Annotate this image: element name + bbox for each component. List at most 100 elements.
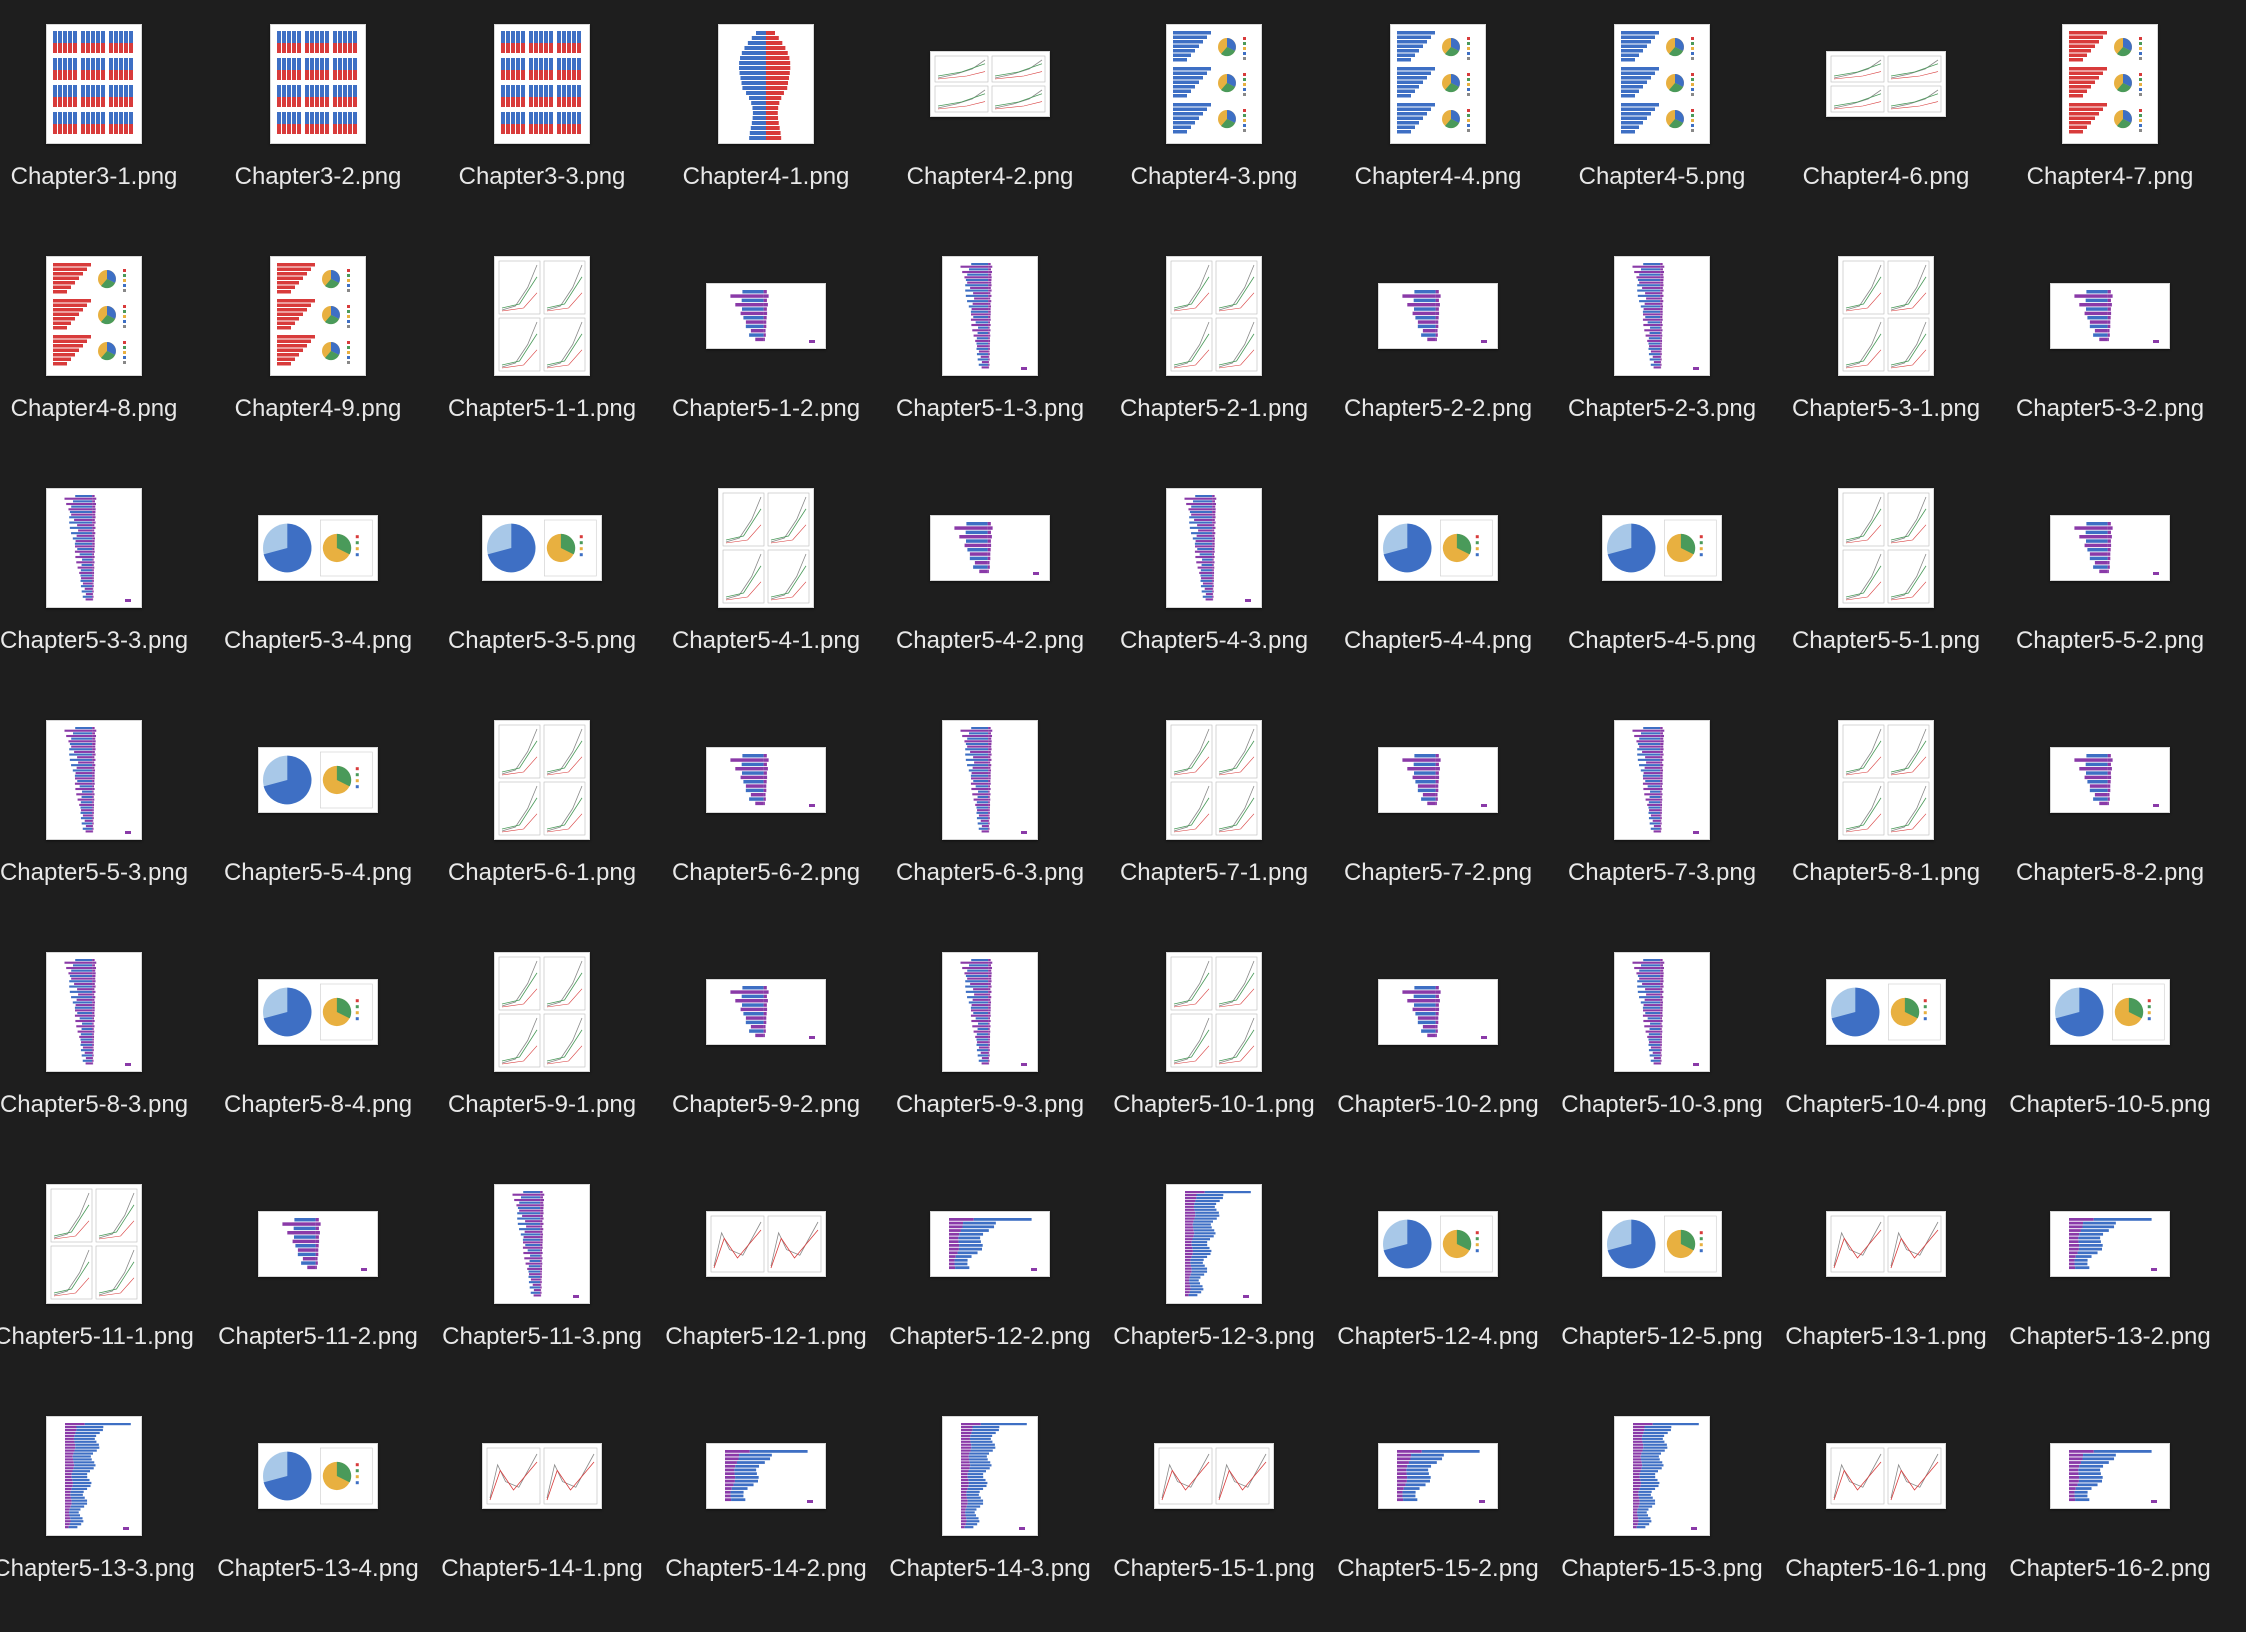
file-name-label[interactable]: Chapter5-10-2.png [1326,1088,1550,1121]
file-name-label[interactable]: Chapter5-1-3.png [878,392,1102,425]
image-thumbnail[interactable] [1614,256,1710,376]
file-name-label[interactable]: Chapter5-8-2.png [1998,856,2222,889]
file-item[interactable]: Chapter5-8-2.png [1998,704,2222,936]
file-item[interactable]: Chapter4-6.png [1774,8,1998,240]
image-thumbnail[interactable] [482,515,602,581]
file-item[interactable]: Chapter5-4-4.png [1326,472,1550,704]
image-thumbnail[interactable] [1602,1211,1722,1277]
image-thumbnail[interactable] [718,488,814,608]
file-item[interactable]: Chapter5-1-3.png [878,240,1102,472]
file-name-label[interactable]: Chapter5-13-3.png [0,1552,206,1585]
image-thumbnail[interactable] [494,24,590,144]
image-thumbnail[interactable] [1826,51,1946,117]
file-name-label[interactable]: Chapter4-5.png [1550,160,1774,193]
image-thumbnail[interactable] [706,1443,826,1509]
image-thumbnail[interactable] [1838,720,1934,840]
image-thumbnail[interactable] [494,1184,590,1304]
file-name-label[interactable]: Chapter5-12-3.png [1102,1320,1326,1353]
file-name-label[interactable]: Chapter5-15-3.png [1550,1552,1774,1585]
file-item[interactable]: Chapter5-8-3.png [0,936,206,1168]
file-name-label[interactable]: Chapter4-7.png [1998,160,2222,193]
file-name-label[interactable]: Chapter3-2.png [206,160,430,193]
image-thumbnail[interactable] [1166,1184,1262,1304]
file-name-label[interactable]: Chapter5-2-3.png [1550,392,1774,425]
image-thumbnail[interactable] [1614,720,1710,840]
image-thumbnail[interactable] [46,952,142,1072]
image-thumbnail[interactable] [942,720,1038,840]
file-name-label[interactable]: Chapter5-14-3.png [878,1552,1102,1585]
file-name-label[interactable]: Chapter5-3-2.png [1998,392,2222,425]
image-thumbnail[interactable] [2050,515,2170,581]
file-name-label[interactable]: Chapter5-10-4.png [1774,1088,1998,1121]
file-name-label[interactable]: Chapter5-1-1.png [430,392,654,425]
image-thumbnail[interactable] [1378,747,1498,813]
file-name-label[interactable]: Chapter5-5-4.png [206,856,430,889]
file-item[interactable]: Chapter5-12-1.png [654,1168,878,1400]
file-item[interactable]: Chapter5-12-3.png [1102,1168,1326,1400]
file-item[interactable]: Chapter5-7-1.png [1102,704,1326,936]
image-thumbnail[interactable] [2050,747,2170,813]
file-name-label[interactable]: Chapter5-3-4.png [206,624,430,657]
file-name-label[interactable]: Chapter5-7-1.png [1102,856,1326,889]
file-name-label[interactable]: Chapter5-14-1.png [430,1552,654,1585]
image-thumbnail[interactable] [1614,24,1710,144]
file-item[interactable]: Chapter5-4-2.png [878,472,1102,704]
file-item[interactable]: Chapter5-16-2.png [1998,1400,2222,1632]
image-thumbnail[interactable] [1378,1211,1498,1277]
file-item[interactable]: Chapter5-15-1.png [1102,1400,1326,1632]
image-thumbnail[interactable] [1826,979,1946,1045]
image-thumbnail[interactable] [1602,515,1722,581]
file-name-label[interactable]: Chapter5-5-3.png [0,856,206,889]
image-thumbnail[interactable] [718,24,814,144]
file-item[interactable]: Chapter5-11-3.png [430,1168,654,1400]
file-item[interactable]: Chapter4-5.png [1550,8,1774,240]
image-thumbnail[interactable] [258,515,378,581]
file-item[interactable]: Chapter5-5-1.png [1774,472,1998,704]
image-thumbnail[interactable] [494,256,590,376]
file-item[interactable]: Chapter5-10-2.png [1326,936,1550,1168]
image-thumbnail[interactable] [258,979,378,1045]
file-item[interactable]: Chapter5-3-1.png [1774,240,1998,472]
image-thumbnail[interactable] [258,1443,378,1509]
file-item[interactable]: Chapter5-13-1.png [1774,1168,1998,1400]
file-item[interactable]: Chapter4-2.png [878,8,1102,240]
file-name-label[interactable]: Chapter5-4-5.png [1550,624,1774,657]
image-thumbnail[interactable] [1166,720,1262,840]
file-item[interactable]: Chapter5-14-2.png [654,1400,878,1632]
image-thumbnail[interactable] [2050,1443,2170,1509]
file-name-label[interactable]: Chapter5-8-3.png [0,1088,206,1121]
image-thumbnail[interactable] [930,1211,1050,1277]
image-thumbnail[interactable] [46,488,142,608]
file-name-label[interactable]: Chapter5-7-3.png [1550,856,1774,889]
image-thumbnail[interactable] [1378,283,1498,349]
image-thumbnail[interactable] [1614,1416,1710,1536]
file-item[interactable]: Chapter3-3.png [430,8,654,240]
image-thumbnail[interactable] [1826,1211,1946,1277]
image-thumbnail[interactable] [46,720,142,840]
file-name-label[interactable]: Chapter5-3-1.png [1774,392,1998,425]
image-thumbnail[interactable] [1378,1443,1498,1509]
file-name-label[interactable]: Chapter5-12-5.png [1550,1320,1774,1353]
file-name-label[interactable]: Chapter5-4-3.png [1102,624,1326,657]
file-item[interactable]: Chapter3-1.png [0,8,206,240]
file-item[interactable]: Chapter5-8-1.png [1774,704,1998,936]
file-name-label[interactable]: Chapter5-4-2.png [878,624,1102,657]
file-name-label[interactable]: Chapter4-1.png [654,160,878,193]
file-item[interactable]: Chapter5-7-2.png [1326,704,1550,936]
file-name-label[interactable]: Chapter4-6.png [1774,160,1998,193]
file-name-label[interactable]: Chapter5-8-4.png [206,1088,430,1121]
file-item[interactable]: Chapter5-1-2.png [654,240,878,472]
image-thumbnail[interactable] [1838,256,1934,376]
file-name-label[interactable]: Chapter5-16-1.png [1774,1552,1998,1585]
file-item[interactable]: Chapter4-3.png [1102,8,1326,240]
file-item[interactable]: Chapter5-13-3.png [0,1400,206,1632]
image-thumbnail[interactable] [258,1211,378,1277]
file-name-label[interactable]: Chapter5-11-2.png [206,1320,430,1353]
image-thumbnail[interactable] [1166,256,1262,376]
file-item[interactable]: Chapter5-4-1.png [654,472,878,704]
image-thumbnail[interactable] [2050,283,2170,349]
file-name-label[interactable]: Chapter5-3-3.png [0,624,206,657]
file-name-label[interactable]: Chapter4-8.png [0,392,206,425]
file-name-label[interactable]: Chapter5-1-2.png [654,392,878,425]
file-item[interactable]: Chapter5-1-1.png [430,240,654,472]
